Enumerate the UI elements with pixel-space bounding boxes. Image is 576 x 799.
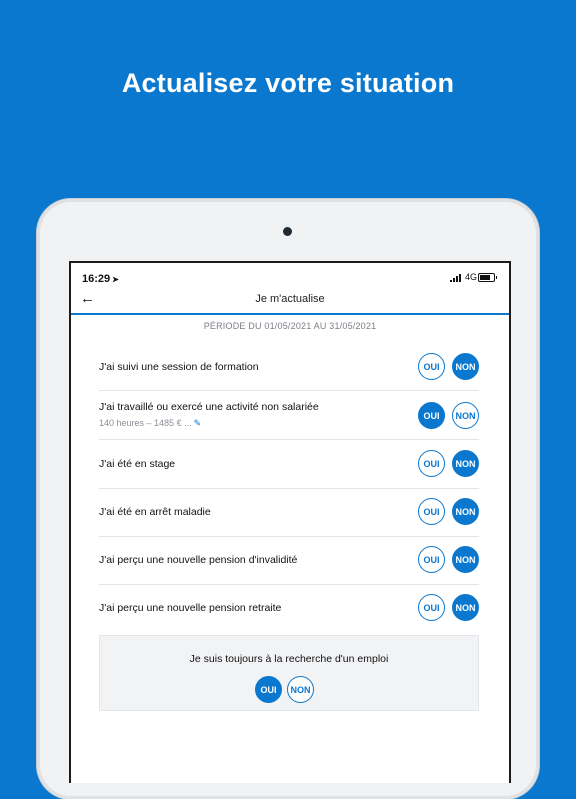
question-text: J'ai suivi une session de formation [99, 361, 259, 373]
yes-button[interactable]: OUI [255, 676, 282, 703]
status-bar: 16:29 ➤ 4G [71, 263, 509, 285]
app-screen: 16:29 ➤ 4G ← Je m'actualise PÉRIODE DU 01… [69, 261, 511, 783]
nav-bar: ← Je m'actualise [71, 285, 509, 315]
no-button[interactable]: NON [452, 353, 479, 380]
location-arrow-icon: ➤ [112, 275, 119, 284]
question-row: J'ai été en stage OUI NON [99, 440, 479, 489]
no-button[interactable]: NON [452, 594, 479, 621]
question-row: J'ai été en arrêt maladie OUI NON [99, 488, 479, 537]
status-time: 16:29 ➤ [82, 273, 119, 285]
headline: Actualisez votre situation [121, 68, 455, 98]
network-type: 4G [465, 272, 478, 282]
yes-button[interactable]: OUI [418, 546, 445, 573]
no-button[interactable]: NON [452, 546, 479, 573]
page-title: Je m'actualise [255, 293, 325, 305]
yes-button[interactable]: OUI [418, 594, 445, 621]
question-row: J'ai perçu une nouvelle pension retraite… [99, 584, 479, 632]
front-camera [283, 227, 292, 236]
question-text: J'ai perçu une nouvelle pension d'invali… [99, 554, 298, 566]
job-search-panel: Je suis toujours à la recherche d'un emp… [99, 635, 479, 711]
question-text: J'ai été en arrêt maladie [99, 506, 211, 518]
yes-button[interactable]: OUI [418, 402, 445, 429]
question-text: J'ai travaillé ou exercé une activité no… [99, 401, 319, 413]
no-button[interactable]: NON [452, 450, 479, 477]
question-text: J'ai perçu une nouvelle pension retraite [99, 602, 282, 614]
pencil-icon[interactable]: ✎ [194, 418, 202, 428]
period-label: PÉRIODE DU 01/05/2021 AU 31/05/2021 [203, 321, 377, 331]
yes-button[interactable]: OUI [418, 450, 445, 477]
question-row: J'ai perçu une nouvelle pension d'invali… [99, 536, 479, 585]
question-detail: 140 heures – 1485 € ... ✎ [99, 418, 202, 428]
no-button[interactable]: NON [452, 498, 479, 525]
no-button[interactable]: NON [287, 676, 314, 703]
question-text: J'ai été en stage [99, 458, 176, 470]
yes-button[interactable]: OUI [418, 498, 445, 525]
signal-icon [450, 274, 462, 282]
no-button[interactable]: NON [452, 402, 479, 429]
battery-icon [478, 273, 497, 282]
question-row: J'ai suivi une session de formation OUI … [99, 342, 479, 391]
job-search-question: Je suis toujours à la recherche d'un emp… [189, 653, 389, 665]
yes-button[interactable]: OUI [418, 353, 445, 380]
question-row: J'ai travaillé ou exercé une activité no… [99, 391, 479, 440]
